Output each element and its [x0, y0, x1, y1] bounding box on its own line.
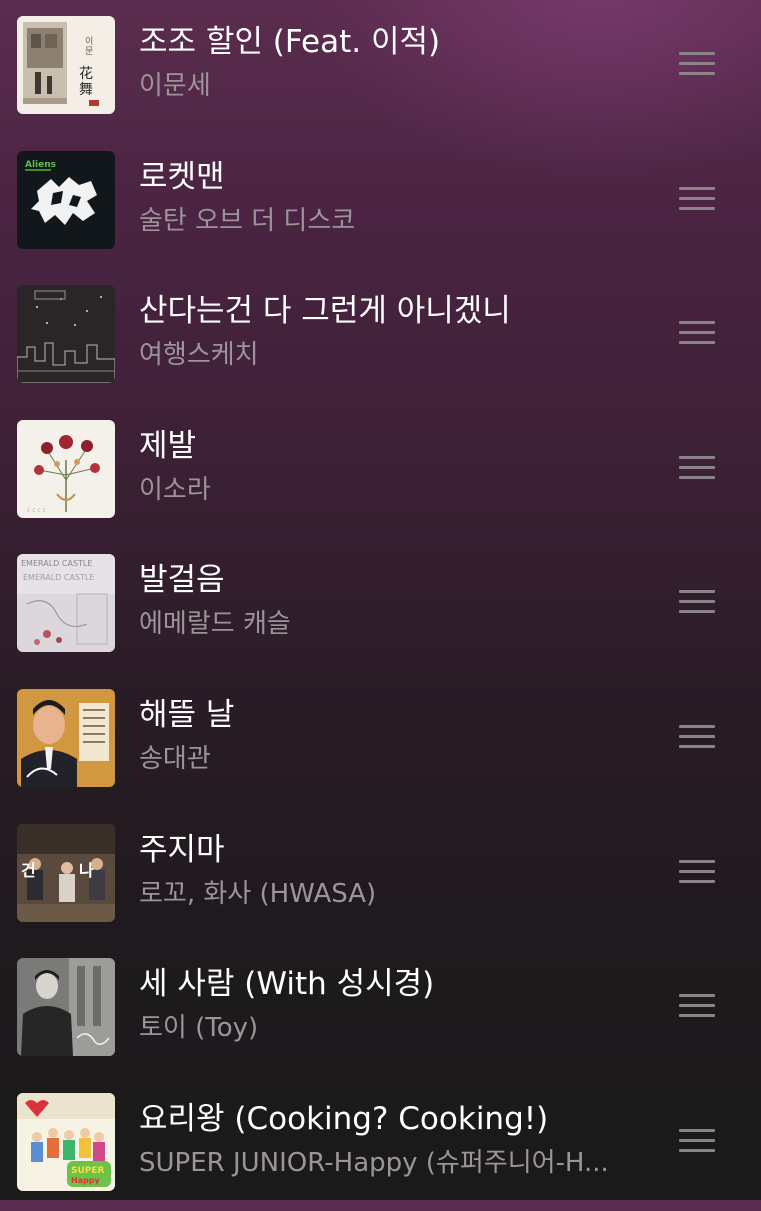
svg-text:花: 花 — [79, 66, 93, 82]
album-art-hwamu: 이 문 花 舞 — [17, 16, 115, 114]
album-art-aliens: Aliens — [17, 150, 115, 249]
drag-handle-icon[interactable] — [677, 586, 719, 618]
svg-text:c c c c: c c c c — [27, 507, 46, 514]
album-art-flowers: c c c c — [17, 419, 115, 518]
track-title: 로켓맨 — [139, 158, 225, 195]
album-art-bw-portrait — [17, 958, 115, 1057]
track-row[interactable]: EMERALD CASTLE EMERALD CASTLE 발걸음 에메랄드 캐… — [0, 538, 761, 673]
track-row[interactable]: 이 문 花 舞 조조 할인 (Feat. 이적) 이문세 — [0, 0, 761, 135]
track-artist: 토이 (Toy) — [139, 1013, 259, 1044]
track-artist: 여행스케치 — [139, 340, 259, 371]
svg-text:건: 건 — [21, 861, 36, 880]
track-artist: SUPER JUNIOR-Happy (슈퍼주니어-H... — [139, 1147, 609, 1178]
album-art-night-city — [17, 285, 115, 384]
drag-handle-icon[interactable] — [677, 721, 719, 753]
svg-text:Happy: Happy — [71, 1176, 101, 1185]
svg-text:Aliens: Aliens — [25, 160, 56, 170]
svg-text:나: 나 — [79, 861, 94, 880]
album-art-portrait — [17, 688, 115, 787]
svg-text:EMERALD CASTLE: EMERALD CASTLE — [21, 559, 92, 568]
track-title: 해뜰 날 — [139, 696, 235, 733]
track-row[interactable]: c c c c 제발 이소라 — [0, 404, 761, 539]
track-row[interactable]: 산다는건 다 그런게 아니겠니 여행스케치 — [0, 269, 761, 404]
svg-text:舞: 舞 — [79, 82, 93, 98]
track-title: 세 사람 (With 성시경) — [139, 966, 435, 1003]
track-artist: 이소라 — [139, 474, 211, 505]
svg-text:문: 문 — [85, 46, 93, 57]
track-artist: 술탄 오브 더 디스코 — [139, 205, 356, 236]
drag-handle-icon[interactable] — [677, 183, 719, 215]
track-title: 요리왕 (Cooking? Cooking!) — [139, 1100, 549, 1137]
track-row[interactable]: 해뜰 날 송대관 — [0, 673, 761, 808]
track-title: 제발 — [139, 427, 197, 464]
track-artist: 로꼬, 화사 (HWASA) — [139, 878, 377, 909]
track-title: 조조 할인 (Feat. 이적) — [139, 24, 441, 60]
drag-handle-icon[interactable] — [677, 990, 719, 1022]
track-row[interactable]: 건 나 주지마 로꼬, 화사 (HWASA) — [0, 808, 761, 943]
svg-text:EMERALD CASTLE: EMERALD CASTLE — [23, 573, 94, 582]
svg-text:SUPER: SUPER — [71, 1166, 105, 1176]
drag-handle-icon[interactable] — [677, 317, 719, 349]
drag-handle-icon[interactable] — [677, 1125, 719, 1157]
track-artist: 송대관 — [139, 743, 211, 774]
track-title: 주지마 — [139, 831, 225, 868]
track-list: 이 문 花 舞 조조 할인 (Feat. 이적) 이문세 Aliens 로켓맨 — [0, 0, 761, 1211]
track-row[interactable]: 세 사람 (With 성시경) 토이 (Toy) — [0, 942, 761, 1077]
album-art-super-junior-happy: SUPER Happy — [17, 1092, 115, 1191]
svg-text:이: 이 — [85, 36, 93, 47]
drag-handle-icon[interactable] — [677, 48, 719, 80]
drag-handle-icon[interactable] — [677, 452, 719, 484]
album-art-group: 건 나 — [17, 823, 115, 922]
album-art-emerald-castle: EMERALD CASTLE EMERALD CASTLE — [17, 554, 115, 653]
track-row[interactable]: Aliens 로켓맨 술탄 오브 더 디스코 — [0, 135, 761, 270]
track-title: 산다는건 다 그런게 아니겠니 — [139, 293, 511, 330]
track-artist: 이문세 — [139, 71, 211, 101]
drag-handle-icon[interactable] — [677, 856, 719, 888]
track-artist: 에메랄드 캐슬 — [139, 609, 291, 640]
track-title: 발걸음 — [139, 562, 225, 599]
track-row[interactable]: SUPER Happy 요리왕 (Cooking? Cooking!) SUPE… — [0, 1077, 761, 1211]
